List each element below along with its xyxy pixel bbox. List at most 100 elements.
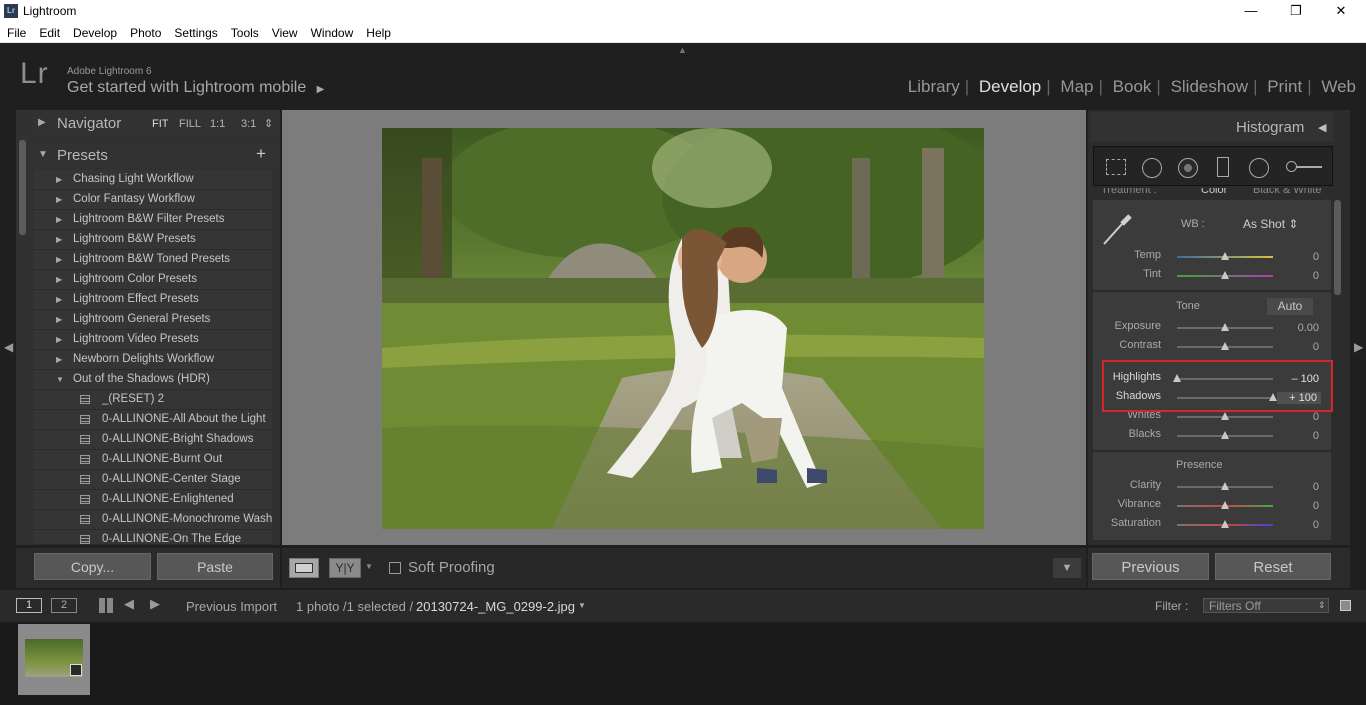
vibrance-slider[interactable]: Vibrance 0: [1093, 498, 1331, 514]
left-scrollbar[interactable]: [19, 140, 26, 235]
clarity-value[interactable]: 0: [1279, 481, 1319, 493]
radial-filter-icon[interactable]: [1249, 158, 1269, 178]
preset-item[interactable]: 0-ALLINONE-All About the Light: [34, 410, 272, 430]
exposure-value[interactable]: 0.00: [1279, 322, 1319, 334]
graduated-filter-icon[interactable]: [1217, 157, 1229, 177]
adjustment-brush-icon[interactable]: [1286, 161, 1322, 172]
filename[interactable]: 20130724-_MG_0299-2.jpg: [416, 599, 575, 614]
mobile-prompt[interactable]: Get started with Lightroom mobile ▶: [67, 79, 324, 97]
contrast-value[interactable]: 0: [1279, 341, 1319, 353]
vibrance-value[interactable]: 0: [1279, 500, 1319, 512]
back-arrow-icon[interactable]: ◀: [124, 596, 134, 612]
menu-edit[interactable]: Edit: [32, 23, 66, 40]
right-scrollbar[interactable]: [1334, 200, 1341, 295]
preset-folder[interactable]: ▶ Lightroom B&W Toned Presets: [34, 250, 272, 270]
menu-photo[interactable]: Photo: [123, 23, 167, 40]
contrast-slider[interactable]: Contrast 0: [1093, 339, 1331, 355]
module-web[interactable]: Web: [1321, 77, 1356, 96]
module-print[interactable]: Print: [1267, 77, 1302, 96]
temp-thumb[interactable]: [1221, 252, 1229, 260]
forward-arrow-icon[interactable]: ▶: [150, 596, 160, 612]
red-eye-icon[interactable]: [1178, 158, 1198, 178]
preset-folder-open[interactable]: ▼ Out of the Shadows (HDR): [34, 370, 272, 390]
top-panel-toggle-icon[interactable]: ▲: [678, 45, 687, 55]
saturation-value[interactable]: 0: [1279, 519, 1319, 531]
whites-thumb[interactable]: [1221, 412, 1229, 420]
reset-button[interactable]: Reset: [1215, 553, 1331, 580]
clarity-thumb[interactable]: [1221, 482, 1229, 490]
temp-slider[interactable]: Temp 0: [1093, 249, 1331, 265]
crop-tool-icon[interactable]: [1106, 159, 1126, 175]
preset-folder[interactable]: ▶ Newborn Delights Workflow: [34, 350, 272, 370]
treatment-color[interactable]: Color: [1201, 188, 1227, 196]
zoom-menu-icon[interactable]: ⇕: [264, 117, 273, 130]
preset-folder[interactable]: ▶ Lightroom B&W Presets: [34, 230, 272, 250]
preset-folder[interactable]: ▶ Lightroom Video Presets: [34, 330, 272, 350]
filter-lock-icon[interactable]: [1340, 600, 1351, 611]
blacks-value[interactable]: 0: [1279, 430, 1319, 442]
preset-folder[interactable]: ▶ Lightroom B&W Filter Presets: [34, 210, 272, 230]
saturation-slider[interactable]: Saturation 0: [1093, 517, 1331, 533]
tint-value[interactable]: 0: [1279, 270, 1319, 282]
toolbar-menu-icon[interactable]: ▼: [1053, 558, 1081, 578]
tint-slider[interactable]: Tint 0: [1093, 268, 1331, 284]
menu-develop[interactable]: Develop: [66, 23, 123, 40]
grid-view-icon[interactable]: [99, 598, 115, 613]
blacks-thumb[interactable]: [1221, 431, 1229, 439]
preset-folder[interactable]: ▶ Lightroom Effect Presets: [34, 290, 272, 310]
add-preset-icon[interactable]: +: [256, 144, 266, 164]
module-map[interactable]: Map: [1060, 77, 1093, 96]
paste-button[interactable]: Paste: [157, 553, 273, 580]
main-screen-button[interactable]: 1: [16, 598, 42, 613]
tint-thumb[interactable]: [1221, 271, 1229, 279]
preset-folder[interactable]: ▶ Color Fantasy Workflow: [34, 190, 272, 210]
preset-item[interactable]: _(RESET) 2: [34, 390, 272, 410]
spot-removal-icon[interactable]: [1142, 158, 1162, 178]
close-button[interactable]: ✕: [1318, 0, 1364, 23]
photo-preview[interactable]: [382, 128, 984, 529]
treatment-bw[interactable]: Black & White: [1253, 188, 1321, 196]
temp-value[interactable]: 0: [1279, 251, 1319, 263]
left-panel-toggle-icon[interactable]: ◀: [4, 340, 13, 354]
blacks-slider[interactable]: Blacks 0: [1093, 428, 1331, 444]
source-label[interactable]: Previous Import: [186, 599, 277, 614]
presets-header[interactable]: ▼ Presets +: [34, 143, 276, 168]
menu-window[interactable]: Window: [304, 23, 360, 40]
preset-item[interactable]: 0-ALLINONE-Enlightened: [34, 490, 272, 510]
menu-help[interactable]: Help: [359, 23, 397, 40]
contrast-thumb[interactable]: [1221, 342, 1229, 350]
right-panel-toggle-icon[interactable]: ▶: [1354, 340, 1363, 354]
copy-button[interactable]: Copy...: [34, 553, 151, 580]
vibrance-thumb[interactable]: [1221, 501, 1229, 509]
exposure-slider[interactable]: Exposure 0.00: [1093, 320, 1331, 336]
exposure-thumb[interactable]: [1221, 323, 1229, 331]
preset-item[interactable]: 0-ALLINONE-Burnt Out: [34, 450, 272, 470]
module-book[interactable]: Book: [1113, 77, 1152, 96]
saturation-thumb[interactable]: [1221, 520, 1229, 528]
auto-tone-button[interactable]: Auto: [1267, 298, 1313, 315]
navigator-header[interactable]: ▶ Navigator FIT FILL 1:1 3:1 ⇕: [34, 112, 276, 136]
filmstrip-thumbnail[interactable]: [18, 624, 90, 695]
restore-button[interactable]: ❐: [1273, 0, 1319, 23]
module-develop[interactable]: Develop: [979, 77, 1041, 96]
menu-file[interactable]: File: [0, 23, 32, 40]
preset-item[interactable]: 0-ALLINONE-Center Stage: [34, 470, 272, 490]
menu-tools[interactable]: Tools: [224, 23, 265, 40]
clarity-slider[interactable]: Clarity 0: [1093, 479, 1331, 495]
histogram-header[interactable]: Histogram ◀: [1090, 112, 1334, 142]
preset-item[interactable]: 0-ALLINONE-On The Edge: [34, 530, 272, 545]
menu-view[interactable]: View: [265, 23, 304, 40]
zoom-fill[interactable]: FILL: [179, 118, 201, 130]
previous-button[interactable]: Previous: [1092, 553, 1209, 580]
zoom-fit[interactable]: FIT: [152, 118, 169, 130]
zoom-3-1[interactable]: 3:1: [241, 118, 256, 130]
menu-settings[interactable]: Settings: [167, 23, 223, 40]
preset-folder[interactable]: ▶ Lightroom Color Presets: [34, 270, 272, 290]
loupe-view-button[interactable]: [289, 558, 319, 578]
minimize-button[interactable]: —: [1228, 0, 1274, 23]
wb-eyedropper-icon[interactable]: [1100, 214, 1136, 246]
module-slideshow[interactable]: Slideshow: [1171, 77, 1249, 96]
wb-select[interactable]: As Shot ⇕: [1243, 217, 1298, 231]
zoom-1-1[interactable]: 1:1: [210, 118, 225, 130]
second-screen-button[interactable]: 2: [51, 598, 77, 613]
